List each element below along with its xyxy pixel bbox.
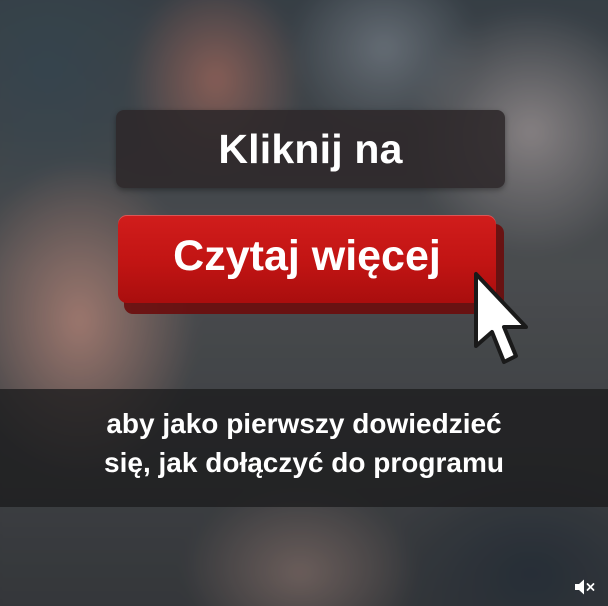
pointer-arrow-icon (474, 272, 528, 364)
caption-line-2: się, jak dołączyć do programu (104, 447, 504, 478)
headline-text: Kliknij na (218, 125, 403, 172)
video-frame: Kliknij na Czytaj więcej aby jako pierws… (0, 0, 608, 606)
read-more-label: Czytaj więcej (173, 231, 441, 280)
speaker-muted-icon[interactable] (574, 578, 596, 596)
caption-line-1: aby jako pierwszy dowiedzieć (106, 408, 502, 439)
read-more-button[interactable]: Czytaj więcej (118, 215, 496, 303)
caption-text: aby jako pierwszy dowiedzieć się, jak do… (0, 404, 608, 482)
headline-banner: Kliknij na (116, 110, 505, 188)
